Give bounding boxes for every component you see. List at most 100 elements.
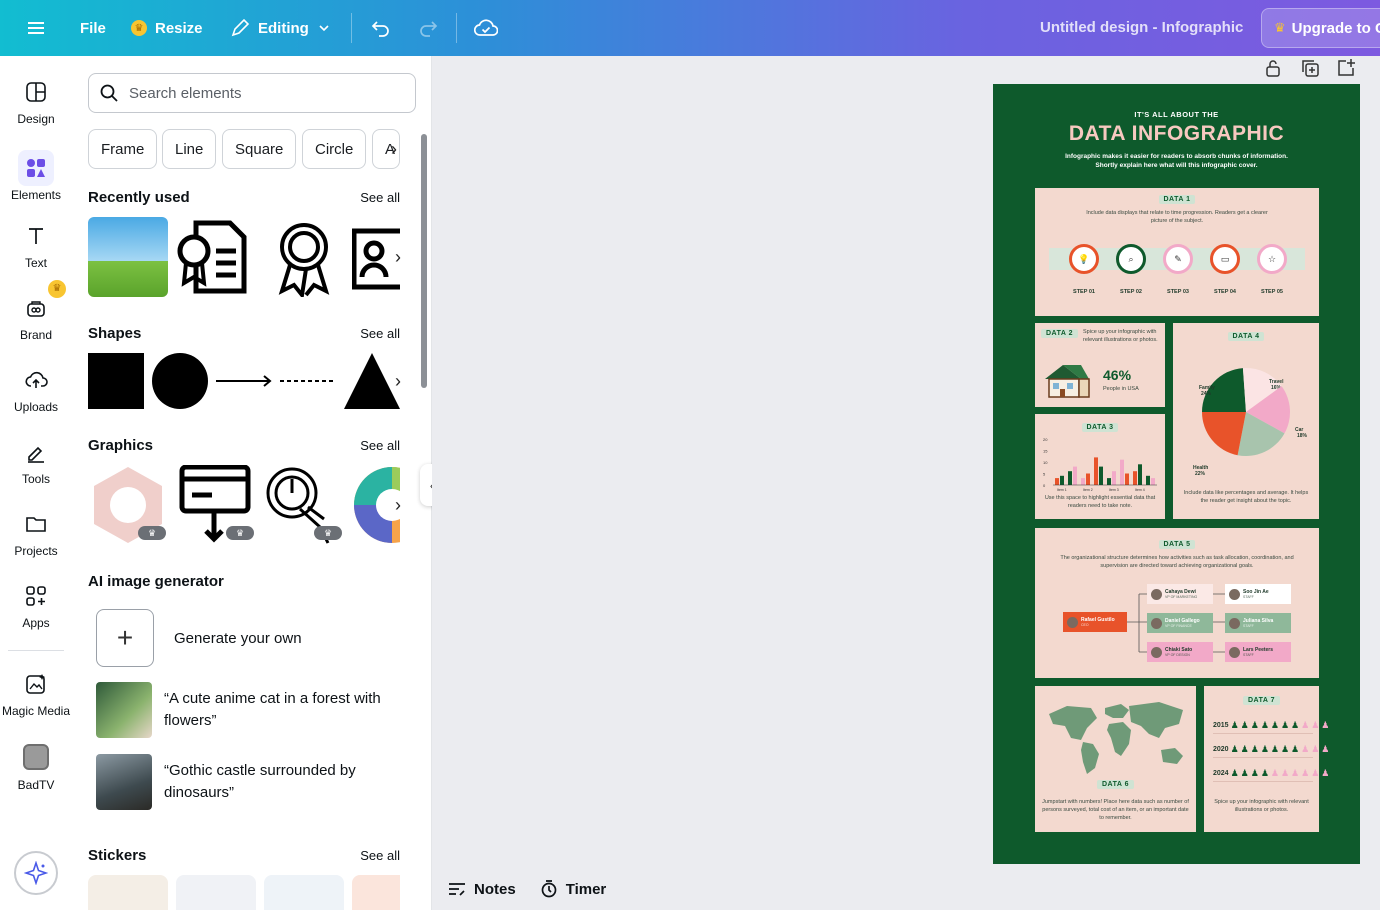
resize-button[interactable]: ♛ Resize bbox=[131, 0, 203, 56]
rail-label: Uploads bbox=[13, 400, 59, 414]
person-icon: ♟ bbox=[1321, 720, 1330, 730]
step-marker: ✎ bbox=[1163, 244, 1193, 274]
chip-square[interactable]: Square bbox=[222, 129, 297, 169]
notes-button[interactable]: Notes bbox=[448, 880, 516, 898]
plus-icon: + bbox=[96, 609, 154, 667]
search-input[interactable]: Search elements bbox=[88, 73, 416, 113]
rail-item-brand[interactable]: ♛ Brand bbox=[0, 280, 72, 342]
editing-dropdown[interactable]: Editing bbox=[230, 0, 331, 56]
rail-label: Tools bbox=[21, 472, 50, 486]
award-ribbon-icon[interactable] bbox=[264, 217, 344, 297]
save-status-button[interactable] bbox=[474, 0, 498, 56]
rail-item-magic-media[interactable]: Magic Media bbox=[0, 672, 72, 718]
divider bbox=[8, 650, 64, 651]
redo-button[interactable] bbox=[417, 0, 439, 56]
infographic-subtitle: Infographic makes it easier for readers … bbox=[1065, 153, 1288, 169]
person-role: STAFF bbox=[1243, 623, 1254, 628]
square-shape[interactable] bbox=[88, 353, 144, 409]
sticker-thumbnail[interactable] bbox=[264, 875, 344, 910]
arrow-line-shape[interactable] bbox=[216, 374, 274, 388]
see-all-link[interactable]: See all bbox=[360, 438, 400, 453]
design-title[interactable]: Untitled design - Infographic bbox=[1040, 0, 1243, 56]
chip-circle[interactable]: Circle bbox=[302, 129, 367, 169]
section-title: Stickers bbox=[88, 847, 147, 864]
sticker-thumbnail[interactable] bbox=[352, 875, 400, 910]
data4-label: DATA 4 bbox=[1227, 332, 1265, 341]
data1-label: DATA 1 bbox=[1158, 195, 1196, 204]
rail-item-elements[interactable]: Elements bbox=[0, 150, 72, 202]
see-all-link[interactable]: See all bbox=[360, 848, 400, 863]
person-icon: ♟ bbox=[1301, 744, 1310, 754]
file-menu[interactable]: File bbox=[80, 0, 106, 56]
avatar bbox=[1229, 588, 1240, 600]
ai-suggestion-castle[interactable]: “Gothic castle surrounded by dinosaurs” bbox=[96, 754, 408, 810]
chevron-right-icon[interactable]: › bbox=[388, 242, 408, 272]
dashed-line-shape[interactable] bbox=[280, 374, 336, 388]
undo-button[interactable] bbox=[370, 0, 392, 56]
pencil-icon bbox=[231, 18, 250, 37]
rail-item-text[interactable]: Text bbox=[0, 224, 72, 270]
chevron-right-icon[interactable]: › bbox=[388, 366, 408, 396]
data7-card: DATA 7 2015 ♟ ♟ ♟ ♟ ♟ ♟ ♟ ♟ ♟ ♟ 2020 ♟ ♟ ♟ ♟ ♟ ♟ ♟ ♟ ♟ ♟ 2024 ♟… bbox=[1204, 686, 1329, 832]
person-icon: ♟ bbox=[1270, 768, 1279, 778]
chevron-right-icon[interactable]: › bbox=[388, 490, 408, 520]
data2-text: Spice up your infographic with relevant … bbox=[1083, 329, 1158, 343]
timer-icon bbox=[541, 880, 557, 898]
org-box-person: Chiaki Sato VP OF DESIGN bbox=[1147, 642, 1213, 662]
ai-suggestion-cat[interactable]: “A cute anime cat in a forest with flowe… bbox=[96, 682, 408, 738]
recently-used-header: Recently used See all bbox=[88, 189, 400, 206]
sticker-thumbnail[interactable] bbox=[176, 875, 256, 910]
see-all-link[interactable]: See all bbox=[360, 326, 400, 341]
panel-scrollbar[interactable] bbox=[421, 134, 427, 388]
bar bbox=[1120, 459, 1124, 485]
chip-line[interactable]: Line bbox=[162, 129, 217, 169]
x-tick-label: Item 2 bbox=[1083, 488, 1093, 492]
x-tick-label: Item 1 bbox=[1057, 488, 1067, 492]
rail-item-design[interactable]: Design bbox=[0, 80, 72, 126]
resize-label: Resize bbox=[155, 19, 203, 37]
pro-badge: ♛ bbox=[138, 526, 166, 540]
avatar bbox=[1151, 617, 1162, 629]
duplicate-page-icon[interactable] bbox=[1300, 58, 1320, 78]
circle-shape[interactable] bbox=[152, 353, 208, 409]
certificate-document-icon[interactable] bbox=[176, 217, 256, 297]
rail-item-badtv[interactable]: BadTV bbox=[0, 744, 72, 792]
stickers-header: Stickers See all bbox=[88, 847, 400, 864]
brand-icon bbox=[27, 301, 45, 317]
data7-text: Spice up your infographic with relevant … bbox=[1214, 799, 1309, 813]
design-page[interactable]: IT'S ALL ABOUT THE DATA INFOGRAPHIC Info… bbox=[993, 84, 1360, 864]
upgrade-button[interactable]: ♛ Upgrade to Canva Pro bbox=[1261, 8, 1380, 48]
person-icon: ♟ bbox=[1301, 720, 1310, 730]
ai-item-label: Generate your own bbox=[174, 629, 302, 647]
crown-icon: ♛ bbox=[1274, 20, 1286, 35]
sticker-thumbnail[interactable] bbox=[88, 875, 168, 910]
gothic-castle-thumbnail bbox=[96, 754, 152, 810]
infographic-title: DATA INFOGRAPHIC bbox=[1068, 122, 1285, 145]
person-role: STAFF bbox=[1243, 594, 1254, 599]
magic-media-icon bbox=[26, 674, 45, 694]
rail-item-tools[interactable]: Tools bbox=[0, 440, 72, 486]
person-icon: ♟ bbox=[1250, 768, 1259, 778]
generate-your-own-button[interactable]: + Generate your own bbox=[96, 609, 302, 667]
person-icon: ♟ bbox=[1301, 768, 1310, 778]
bar bbox=[1060, 475, 1064, 485]
rail-item-projects[interactable]: Projects bbox=[0, 512, 72, 558]
chip-frame[interactable]: Frame bbox=[88, 129, 158, 169]
step-label: STEP 05 bbox=[1261, 289, 1283, 295]
magic-assistant-button[interactable] bbox=[14, 851, 58, 895]
rail-item-uploads[interactable]: Uploads bbox=[0, 368, 72, 414]
badtv-icon bbox=[23, 744, 49, 770]
menu-icon[interactable] bbox=[26, 0, 46, 56]
landscape-thumbnail[interactable] bbox=[88, 217, 168, 297]
timer-button[interactable]: Timer bbox=[540, 880, 606, 898]
add-page-icon[interactable] bbox=[1336, 58, 1356, 78]
lock-icon[interactable] bbox=[1263, 58, 1283, 78]
step-label: STEP 01 bbox=[1073, 289, 1095, 295]
rail-item-apps[interactable]: Apps bbox=[0, 584, 72, 630]
data5-card: DATA 5 The organizational structure dete… bbox=[1035, 528, 1319, 678]
person-icon: ♟ bbox=[1280, 768, 1290, 778]
y-tick-label: 15 bbox=[1043, 449, 1048, 454]
chevron-right-icon[interactable]: › bbox=[384, 134, 404, 164]
year-label: 2020 bbox=[1213, 745, 1229, 753]
see-all-link[interactable]: See all bbox=[360, 190, 400, 205]
